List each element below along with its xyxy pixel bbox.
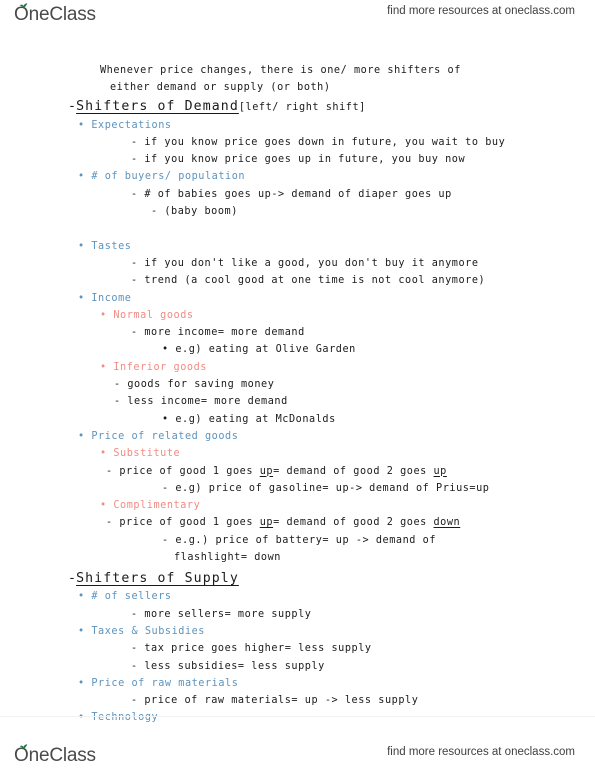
tastes-sub-1: - if you don't like a good, you don't bu… [131,257,479,269]
heading-title: Shifters of Demand [76,98,239,114]
normal-goods-sub-1: - more income= more demand [131,327,305,339]
complimentary-sub-1: - price of good 1 goes up= demand of goo… [0,514,595,531]
bullet-label: Price of raw materials [91,677,239,689]
substitute-text-1: - price of good 1 goes [106,465,260,477]
bullet-label: Inferior goods [113,361,207,373]
bullet-income: • Income [0,290,595,307]
heading-shifters-of-supply: -Shifters of Supply [0,566,595,588]
expectations-sub-1: - if you know price goes down in future,… [131,136,506,148]
buyers-sub-2: - (baby boom) [151,206,238,218]
heading-shifters-of-demand: -Shifters of Demand[left/ right shift] [0,97,595,117]
inferior-goods-sub-3: • e.g) eating at McDonalds [162,413,336,425]
complimentary-text-1: - price of good 1 goes [106,517,260,529]
bullet-marker: • [78,591,85,603]
bullet-label: Complimentary [113,500,201,512]
bullet-marker: • [78,119,85,131]
bullet-marker: • [78,677,85,689]
heading-dash: - [68,571,77,587]
lecture-notes-body: Whenever price changes, there is one/ mo… [0,62,595,727]
bullet-number-of-sellers: • # of sellers [0,588,595,605]
page-footer: OneClass find more resources at oneclass… [0,716,595,766]
page-header: OneClass find more resources at oneclass… [0,0,595,46]
sellers-sub-1: - more sellers= more supply [131,608,312,620]
bullet-price-of-raw-materials: • Price of raw materials [0,675,595,692]
bullet-price-of-related-goods: • Price of related goods [0,428,595,445]
header-promo-text: find more resources at oneclass.com [387,5,575,17]
complimentary-sub-3: flashlight= down [174,552,281,564]
bullet-marker: • [78,292,85,304]
inferior-goods-sub-1: - goods for saving money [114,379,275,391]
bullet-marker: • [78,240,85,252]
substitute-sub-2: - e.g) price of gasoline= up-> demand of… [162,482,490,494]
footer-promo-text: find more resources at oneclass.com [387,746,575,758]
bullet-marker: • [78,430,85,442]
heading-subtitle: [left/ right shift] [238,101,366,113]
leaf-icon [19,744,28,750]
buyers-sub-1: - # of babies goes up-> demand of diaper… [131,188,452,200]
bullet-normal-goods: • Normal goods [0,307,595,324]
substitute-text-2: = demand of good 2 goes [273,465,434,477]
bullet-label: Taxes & Subsidies [91,625,205,637]
taxes-sub-1: - tax price goes higher= less supply [131,643,372,655]
oneclass-logo-footer: OneClass [14,744,96,768]
tastes-sub-2: - trend (a cool good at one time is not … [131,275,486,287]
complimentary-sub-2: - e.g.) price of battery= up -> demand o… [162,534,437,546]
bullet-tastes: • Tastes [0,238,595,255]
bullet-marker: • [100,448,107,460]
intro-line-2: either demand or supply (or both) [110,82,331,94]
bullet-label: # of sellers [91,591,172,603]
expectations-sub-2: - if you know price goes up in future, y… [131,154,466,166]
intro-line-1: Whenever price changes, there is one/ mo… [100,65,461,76]
bullet-label: Expectations [91,119,172,131]
normal-goods-sub-2: • e.g) eating at Olive Garden [162,344,356,356]
complimentary-text-2: = demand of good 2 goes [273,517,434,529]
oneclass-logo-header: OneClass [14,3,96,27]
bullet-substitute: • Substitute [0,445,595,462]
substitute-underline-1: up [259,465,274,477]
bullet-label: Income [91,292,132,304]
substitute-underline-2: up [433,465,447,477]
bullet-marker: • [100,500,107,512]
heading-dash: - [68,98,77,114]
bullet-complimentary: • Complimentary [0,497,595,514]
bullet-number-of-buyers: • # of buyers/ population [0,168,595,185]
bullet-inferior-goods: • Inferior goods [0,359,595,376]
bullet-label: Price of related goods [91,430,239,442]
bullet-label: Tastes [91,240,132,252]
complimentary-underline-2: down [433,517,461,529]
bullet-marker: • [100,361,107,373]
heading-title: Shifters of Supply [76,571,239,587]
bullet-marker: • [78,625,85,637]
complimentary-underline-1: up [259,517,274,529]
bullet-taxes-and-subsidies: • Taxes & Subsidies [0,623,595,640]
inferior-goods-sub-2: - less income= more demand [114,396,288,408]
leaf-icon [19,3,28,9]
bullet-expectations: • Expectations [0,117,595,134]
bullet-marker: • [100,309,107,321]
bullet-marker: • [78,171,85,183]
taxes-sub-2: - less subsidies= less supply [131,660,325,672]
raw-materials-sub-1: - price of raw materials= up -> less sup… [131,695,419,707]
bullet-label: # of buyers/ population [91,171,246,183]
bullet-label: Substitute [113,448,181,460]
bullet-label: Normal goods [113,309,194,321]
substitute-sub-1: - price of good 1 goes up= demand of goo… [0,463,595,480]
